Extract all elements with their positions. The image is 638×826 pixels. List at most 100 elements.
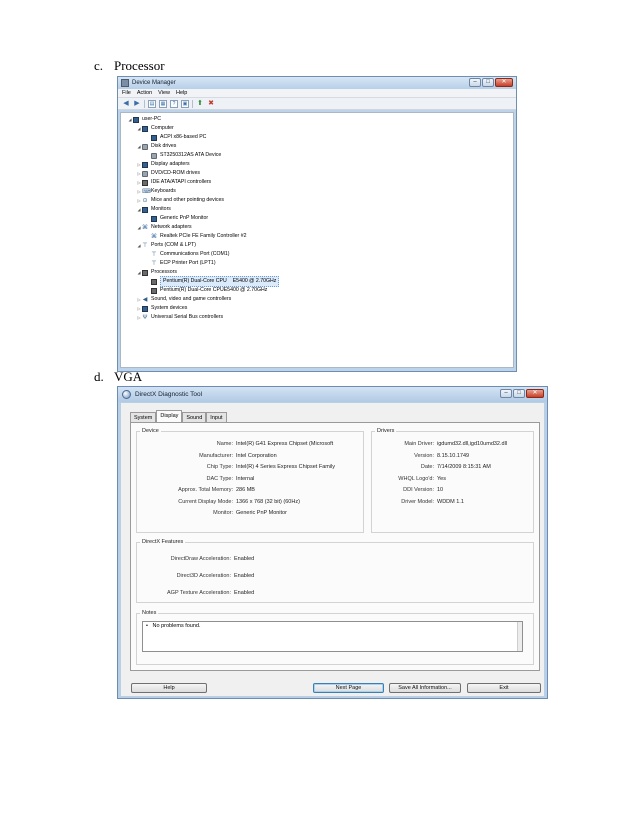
info-label: DDI Version: — [403, 487, 434, 493]
tree-node-label: Monitors — [151, 205, 171, 214]
view-icon[interactable]: ▣ — [181, 99, 189, 108]
menu-help[interactable]: Help — [176, 89, 187, 97]
tree-node[interactable]: ◢ ⊤ Ports (COM & LPT) — [121, 241, 513, 250]
tree-node[interactable]: ⌘ Realtek PCIe FE Family Controller #2 — [121, 232, 513, 241]
info-value: 8.15.10.1749 — [437, 452, 470, 459]
notes-scrollbar[interactable] — [517, 622, 522, 651]
info-row: Manufacturer: Intel Corporation — [139, 453, 277, 460]
tree-node[interactable]: ◢ ⌘ Network adapters — [121, 223, 513, 232]
tree-node[interactable]: ACPI x86-based PC — [121, 133, 513, 142]
info-value: Enabled — [234, 556, 255, 562]
tree-node-label: Display adapters — [151, 160, 190, 169]
info-label: Current Display Mode: — [178, 498, 233, 505]
computer-icon — [133, 116, 139, 123]
tree-node-text: Sound, video and game controllers — [151, 296, 232, 302]
next-page-button[interactable]: Next Page — [313, 683, 384, 693]
info-row: Current Display Mode: 1366 x 768 (32 bit)… — [139, 499, 300, 506]
tree-node-text-secondary: E5400 @ 2.70GHz — [223, 287, 268, 293]
exit-button[interactable]: Exit — [467, 683, 541, 693]
tree-node[interactable]: Pentium(R) Dual-Core CPUE5400 @ 2.70GHz — [121, 276, 513, 287]
tree-node[interactable]: ▷ ◀ Sound, video and game controllers — [121, 295, 513, 304]
tree-node[interactable]: ▷ Display adapters — [121, 160, 513, 169]
keyboard-icon: ⌨ — [142, 188, 151, 195]
minimize-icon[interactable]: – — [469, 78, 481, 87]
monitor-icon — [142, 305, 148, 312]
info-value: igdumd32.dll,igd10umd32.dll — [437, 441, 508, 447]
tree-node[interactable]: Pentium(R) Dual-Core CPUE5400 @ 2.70GHz — [121, 286, 513, 295]
directx-window: DirectX Diagnostic Tool – □ ✕ System Dis… — [117, 386, 548, 699]
close-icon[interactable]: ✕ — [526, 389, 544, 398]
tree-node[interactable]: ◢ user-PC — [121, 115, 513, 124]
maximize-icon[interactable]: □ — [513, 389, 525, 398]
uninstall-icon[interactable]: ✖ — [207, 100, 215, 108]
tree-node[interactable]: ◢ Computer — [121, 124, 513, 133]
directx-features-group: DirectX Features DirectDraw Acceleration… — [136, 539, 534, 603]
tree-node[interactable]: ⊤ Communications Port (COM1) — [121, 250, 513, 259]
monitor-icon — [142, 125, 148, 132]
tree-node[interactable]: ◢ Disk drives — [121, 142, 513, 151]
network-icon: ⌘ — [151, 233, 157, 240]
tree-node[interactable]: ▷ Ψ Universal Serial Bus controllers — [121, 313, 513, 322]
tree-node-text: Pentium(R) Dual-Core CPU — [160, 287, 224, 293]
tree-node[interactable]: ▷ IDE ATA/ATAPI controllers — [121, 178, 513, 187]
info-row: Chip Type: Intel(R) 4 Series Express Chip… — [139, 464, 335, 471]
maximize-icon[interactable]: □ — [482, 78, 494, 87]
help-icon[interactable]: ? — [170, 99, 178, 108]
info-label: Manufacturer: — [199, 452, 233, 459]
drivers-group-title: Drivers — [375, 428, 397, 434]
tree-node[interactable]: Generic PnP Monitor — [121, 214, 513, 223]
update-driver-icon[interactable]: ⬆ — [196, 100, 204, 108]
directx-body: System Display Sound Input Device Name: I… — [121, 403, 544, 696]
monitor-icon — [142, 206, 148, 213]
info-row: Main Driver: igdumd32.dll,igd10umd32.dll — [374, 441, 507, 448]
info-value: 286 MB — [236, 487, 255, 493]
info-value: Intel Corporation — [236, 452, 277, 459]
info-row: DirectDraw Acceleration: Enabled — [139, 556, 254, 563]
info-label: Name: — [216, 441, 233, 447]
tree-node-label: Communications Port (COM1) — [160, 250, 229, 259]
minimize-icon[interactable]: – — [500, 389, 512, 398]
mouse-icon: ⊙ — [142, 197, 148, 204]
tree-node-text: DVD/CD-ROM drives — [151, 170, 200, 176]
show-hide-icon[interactable]: ▦ — [159, 99, 167, 108]
tree-node[interactable]: ▷ ⌨ Keyboards — [121, 187, 513, 196]
menu-action[interactable]: Action — [137, 89, 152, 97]
info-label: Main Driver: — [404, 441, 434, 447]
forward-icon[interactable]: ▶ — [133, 100, 141, 108]
tree-node[interactable]: ▷ ⊙ Mice and other pointing devices — [121, 196, 513, 205]
help-button[interactable]: Help — [131, 683, 207, 693]
info-row: Monitor: Generic PnP Monitor — [139, 510, 287, 517]
tree-node-text: Monitors — [151, 206, 171, 212]
tree-node[interactable]: ⊤ ECP Printer Port (LPT1) — [121, 259, 513, 268]
menu-view[interactable]: View — [158, 89, 170, 97]
notes-textbox[interactable]: • No problems found. — [142, 621, 523, 652]
speaker-icon: ◀ — [142, 296, 148, 303]
save-all-information-button[interactable]: Save All Information... — [389, 683, 461, 693]
properties-icon[interactable]: ▤ — [148, 99, 156, 108]
device-manager-titlebar: Device Manager – □ ✕ — [118, 77, 516, 89]
tree-node[interactable]: ST3250312AS ATA Device — [121, 151, 513, 160]
info-row: Version: 8.15.10.1749 — [374, 453, 469, 460]
device-manager-icon — [121, 79, 129, 87]
tab-display[interactable]: Display — [156, 410, 183, 422]
tab-sound[interactable]: Sound — [182, 412, 207, 422]
info-label: Approx. Total Memory: — [178, 487, 233, 493]
tree-node[interactable]: ◢ Monitors — [121, 205, 513, 214]
disk-icon — [151, 152, 157, 159]
notes-item: • No problems found. — [146, 623, 201, 629]
tab-input[interactable]: Input — [206, 412, 227, 422]
tab-system[interactable]: System — [130, 412, 157, 422]
chip-icon — [142, 269, 148, 276]
display-panel: Device Name: Intel(R) G41 Express Chipset… — [130, 422, 540, 671]
back-icon[interactable]: ◀ — [122, 100, 130, 108]
drivers-group: Drivers Main Driver: igdumd32.dll,igd10um… — [371, 428, 534, 533]
close-icon[interactable]: ✕ — [495, 78, 513, 87]
menu-file[interactable]: File — [122, 89, 131, 97]
tree-node-text: Processors — [151, 269, 177, 275]
tree-node[interactable]: ▷ DVD/CD-ROM drives — [121, 169, 513, 178]
tree-node-text: Realtek PCIe FE Family Controller #2 — [160, 233, 247, 239]
tree-node[interactable]: ▷ System devices — [121, 304, 513, 313]
device-group: Device Name: Intel(R) G41 Express Chipset… — [136, 428, 364, 533]
tree-node-text: Disk drives — [151, 143, 177, 149]
section-c-title: Processor — [114, 58, 165, 73]
